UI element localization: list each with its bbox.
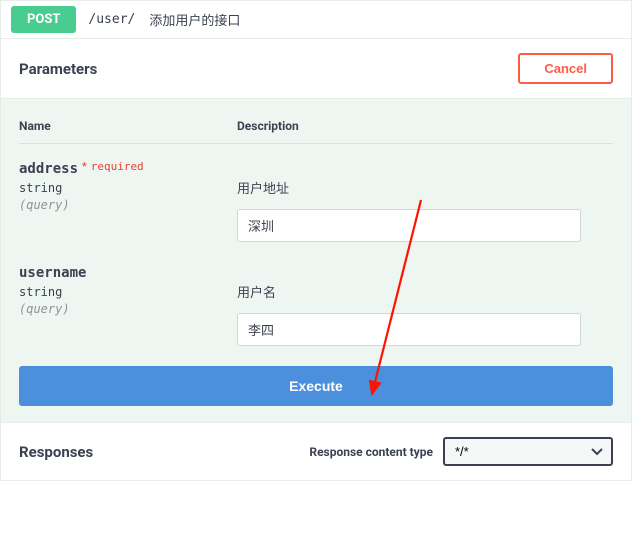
responses-title: Responses xyxy=(19,443,93,461)
parameters-title: Parameters xyxy=(19,60,97,78)
parameter-type: string xyxy=(19,181,237,195)
parameter-type: string xyxy=(19,285,237,299)
required-label: required xyxy=(91,160,144,173)
operation-path-wrap: /user/ 添加用户的接口 xyxy=(88,10,240,29)
operation-block: POST /user/ 添加用户的接口 Parameters Cancel Na… xyxy=(0,0,632,481)
parameter-input-address[interactable] xyxy=(237,209,581,242)
operation-header[interactable]: POST /user/ 添加用户的接口 xyxy=(1,1,631,38)
parameter-desc-cell: 用户地址 xyxy=(237,158,613,242)
parameter-in: (query) xyxy=(19,302,237,316)
operation-summary: 添加用户的接口 xyxy=(149,10,240,29)
response-content-type-label: Response content type xyxy=(309,445,433,459)
column-header-name: Name xyxy=(19,119,237,133)
http-method-badge: POST xyxy=(11,6,76,33)
parameter-desc-cell: 用户名 xyxy=(237,262,613,346)
parameter-name-cell: address * required string (query) xyxy=(19,158,237,212)
required-star-icon: * xyxy=(82,160,87,173)
parameter-description: 用户地址 xyxy=(237,178,613,197)
parameter-name: username xyxy=(19,265,86,281)
operation-path: /user/ xyxy=(88,12,135,27)
responses-right-group: Response content type */* xyxy=(309,437,613,466)
parameter-name-cell: username string (query) xyxy=(19,262,237,316)
responses-bar: Responses Response content type */* xyxy=(1,422,631,480)
parameters-body: Name Description address * required stri… xyxy=(1,98,631,422)
cancel-button[interactable]: Cancel xyxy=(518,53,613,84)
parameters-header-row: Name Description xyxy=(19,119,613,144)
parameter-row: username string (query) 用户名 xyxy=(19,262,613,346)
parameter-name: address xyxy=(19,161,78,177)
response-content-type-select-wrap: */* xyxy=(443,437,613,466)
parameter-input-username[interactable] xyxy=(237,313,581,346)
column-header-description: Description xyxy=(237,119,613,133)
parameter-in: (query) xyxy=(19,198,237,212)
parameter-row: address * required string (query) 用户地址 xyxy=(19,158,613,242)
parameters-bar: Parameters Cancel xyxy=(1,38,631,98)
parameter-description: 用户名 xyxy=(237,282,613,301)
response-content-type-select[interactable]: */* xyxy=(443,437,613,466)
execute-button[interactable]: Execute xyxy=(19,366,613,406)
